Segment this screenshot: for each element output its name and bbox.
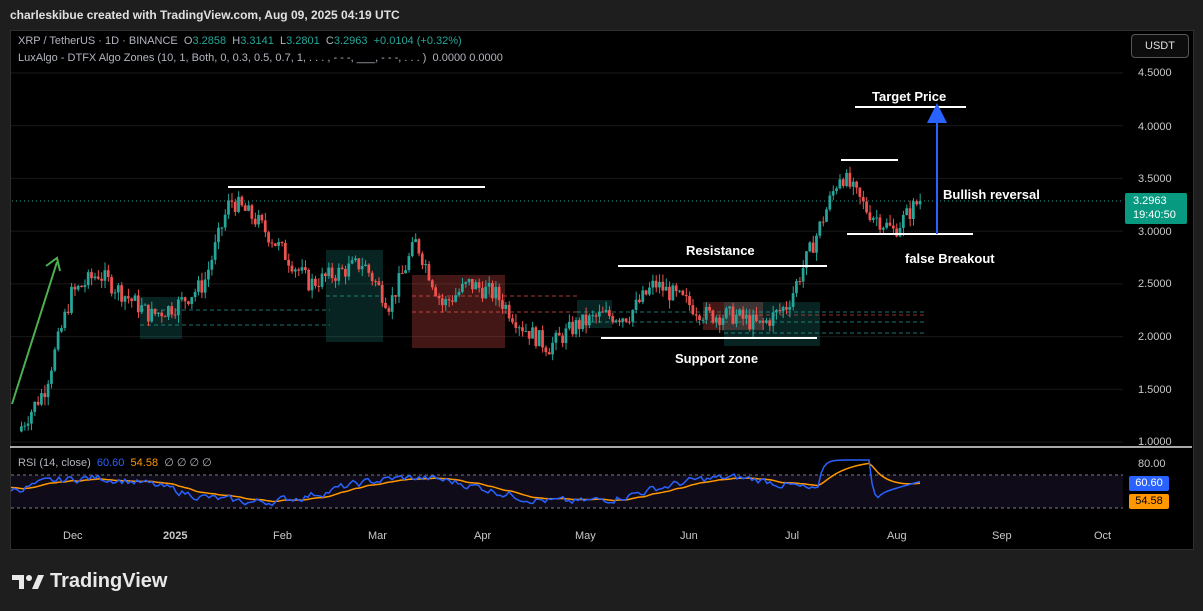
bullish-reversal-label: Bullish reversal xyxy=(943,187,1040,202)
x-tick: Dec xyxy=(63,530,83,542)
last-price-value: 3.2963 xyxy=(1133,195,1167,207)
rsi-ma-legend-value: 54.58 xyxy=(130,457,159,469)
false-breakout-label: false Breakout xyxy=(905,251,995,266)
symbol-title: XRP / TetherUS · 1D · BINANCE xyxy=(18,35,178,47)
y-tick: 3.5000 xyxy=(1138,173,1172,185)
resistance-label: Resistance xyxy=(686,243,755,258)
close-label: C xyxy=(325,35,334,47)
tradingview-logo[interactable]: TradingView xyxy=(12,570,167,593)
footer xyxy=(0,556,1203,611)
rsi-value-tag: 60.60 xyxy=(1129,476,1169,491)
x-tick: Jun xyxy=(680,530,698,542)
y-tick: 2.5000 xyxy=(1138,278,1172,290)
change-value: +0.0104 (+0.32%) xyxy=(373,35,462,47)
target-price-label: Target Price xyxy=(872,89,947,104)
symbol-legend[interactable]: XRP / TetherUS · 1D · BINANCE O3.2858 H3… xyxy=(18,35,462,47)
bar-countdown: 19:40:50 xyxy=(1133,209,1176,221)
open-value: 3.2858 xyxy=(192,35,227,47)
y-tick: 4.5000 xyxy=(1138,67,1172,79)
x-tick: Jul xyxy=(785,530,800,542)
close-value: 3.2963 xyxy=(333,35,368,47)
x-tick: 2025 xyxy=(163,530,188,542)
last-price-tag: 3.2963 19:40:50 xyxy=(1125,193,1187,224)
high-value: 3.3141 xyxy=(240,35,274,47)
x-tick: Apr xyxy=(474,530,492,542)
x-tick: Mar xyxy=(368,530,387,542)
rsi-legend[interactable]: RSI (14, close) 60.60 54.58 ∅ ∅ ∅ ∅ xyxy=(18,456,212,469)
chart-frame[interactable] xyxy=(10,30,1194,550)
x-tick: Feb xyxy=(273,530,292,542)
author-credit: charleskibue created with TradingView.co… xyxy=(10,8,400,22)
rsi-extra: ∅ ∅ ∅ ∅ xyxy=(164,457,212,469)
rsi-label: RSI (14, close) xyxy=(18,457,91,469)
y-tick: 1.5000 xyxy=(1138,384,1172,396)
y-tick: 4.0000 xyxy=(1138,121,1172,133)
low-value: 3.2801 xyxy=(286,35,320,47)
high-label: H xyxy=(232,35,241,47)
currency-button[interactable]: USDT xyxy=(1131,34,1189,58)
indicator-name: LuxAlgo - DTFX Algo Zones (10, 1, Both, … xyxy=(18,52,427,64)
indicator-legend[interactable]: LuxAlgo - DTFX Algo Zones (10, 1, Both, … xyxy=(18,52,503,64)
x-tick: Oct xyxy=(1094,530,1112,542)
y-tick: 3.0000 xyxy=(1138,226,1172,238)
indicator-values: 0.0000 0.0000 xyxy=(432,52,503,64)
tradingview-logo-icon xyxy=(12,574,44,589)
x-tick: Sep xyxy=(992,530,1012,542)
x-tick: Aug xyxy=(887,530,907,542)
rsi-ma-value-tag: 54.58 xyxy=(1129,494,1169,509)
y-tick: 2.0000 xyxy=(1138,331,1172,343)
rsi-level-label: 80.00 xyxy=(1138,458,1166,470)
tradingview-brand: TradingView xyxy=(50,570,168,592)
x-tick: May xyxy=(575,530,596,542)
header-bar: charleskibue created with TradingView.co… xyxy=(0,0,1203,30)
rsi-legend-value: 60.60 xyxy=(96,457,125,469)
support-zone-label: Support zone xyxy=(675,351,759,366)
y-tick: 1.0000 xyxy=(1138,436,1172,448)
